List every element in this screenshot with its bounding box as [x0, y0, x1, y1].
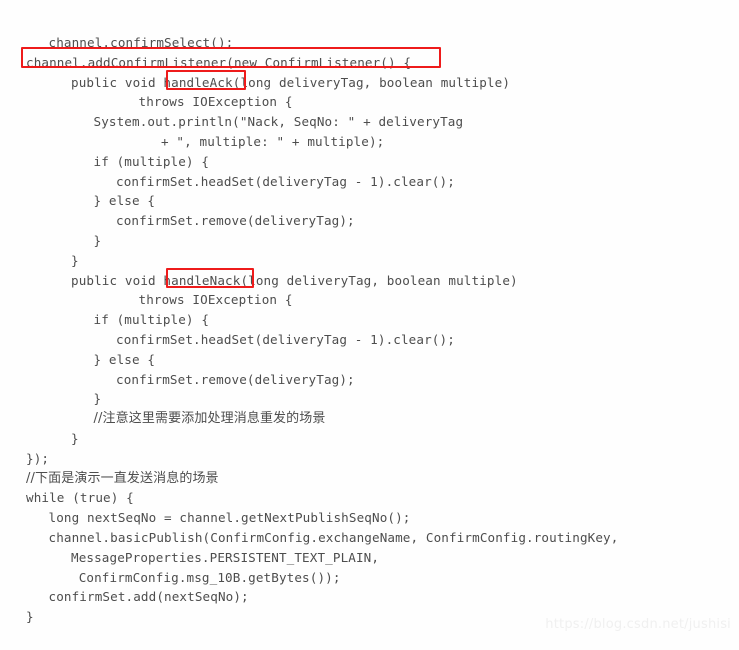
code-line: ConfirmConfig.msg_10B.getBytes()); — [71, 569, 341, 585]
code-line: //下面是演示一直发送消息的场景 — [26, 470, 219, 486]
code-line: if (multiple) { — [93, 153, 210, 169]
code-line: channel.basicPublish(ConfirmConfig.excha… — [48, 530, 619, 545]
code-line: } — [26, 609, 34, 625]
code-line: confirmSet.remove(deliveryTag); — [116, 213, 355, 229]
code-block: channel.confirmSelect(); channel.addConfi… — [0, 0, 739, 650]
csdn-watermark: https://blog.csdn.net/jushisi — [545, 617, 731, 632]
code-line: //注意这里需要添加处理消息重发的场景 — [93, 411, 326, 427]
code-line: public void handleNack(long deliveryTag,… — [71, 272, 518, 288]
code-line: if (multiple) { — [93, 312, 210, 328]
code-line: confirmSet.add(nextSeqNo); — [48, 589, 249, 605]
code-line: }); — [26, 450, 50, 466]
code-line: } else { — [93, 193, 156, 209]
code-line: } — [93, 233, 102, 248]
code-screenshot: channel.confirmSelect(); channel.addConfi… — [0, 0, 739, 650]
code-line: channel.confirmSelect(); — [48, 35, 234, 50]
code-line: } — [71, 252, 79, 268]
code-line: public void handleAck(long deliveryTag, … — [71, 74, 511, 90]
code-line: channel.addConfirmListener(new ConfirmLi… — [26, 54, 412, 70]
code-line: System.out.println("Nack, SeqNo: " + del… — [93, 114, 464, 130]
code-line: } — [93, 391, 102, 407]
code-line: long nextSeqNo = channel.getNextPublishS… — [48, 510, 411, 526]
code-line: confirmSet.headSet(deliveryTag - 1).clea… — [116, 332, 455, 347]
code-line: } else { — [93, 351, 156, 367]
code-line: confirmSet.headSet(deliveryTag - 1).clea… — [116, 173, 455, 189]
code-line: throws IOException { — [138, 94, 293, 110]
code-line: throws IOException { — [138, 292, 293, 308]
code-line: confirmSet.remove(deliveryTag); — [116, 371, 355, 387]
code-line: + ", multiple: " + multiple); — [161, 134, 385, 149]
code-line: MessageProperties.PERSISTENT_TEXT_PLAIN, — [71, 549, 380, 565]
code-line: while (true) { — [26, 490, 134, 506]
code-line: } — [71, 431, 79, 446]
